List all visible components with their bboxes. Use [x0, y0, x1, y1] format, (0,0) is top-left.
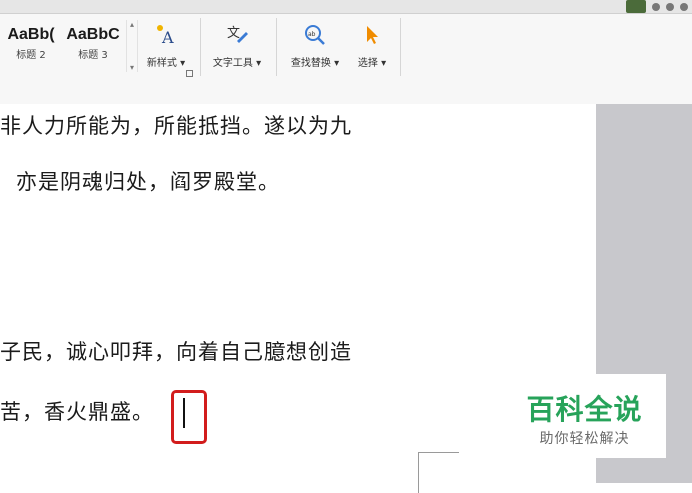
text-cursor	[183, 398, 185, 428]
avatar[interactable]	[626, 0, 646, 13]
find-replace-label: 查找替换	[290, 58, 331, 69]
help-icon[interactable]	[652, 2, 660, 11]
find-replace-icon: ab	[284, 22, 346, 48]
style-gallery-scroll[interactable]: ▴ ▾	[126, 20, 138, 72]
document-text-line[interactable]: 亦是阴魂归处，阎罗殿堂。	[16, 166, 280, 196]
dialog-launcher-icon[interactable]	[186, 70, 193, 77]
watermark-title: 百科全说	[526, 393, 643, 426]
user-area[interactable]	[626, 0, 692, 13]
cursor-arrow-icon	[350, 22, 394, 48]
new-style-label: 新样式	[146, 58, 177, 69]
ribbon-toolbar: AaBb( 标题 2 AaBbC 标题 3 ▴ ▾ A 新样式 ▾ 文 文字工具…	[0, 14, 692, 104]
settings-icon[interactable]	[666, 2, 674, 11]
minimize-icon[interactable]	[680, 2, 688, 11]
select-label: 选择	[357, 58, 378, 69]
new-style-icon: A	[144, 22, 188, 48]
find-replace-button[interactable]: ab 查找替换 ▾	[284, 18, 346, 76]
scroll-down-icon[interactable]: ▾	[130, 63, 134, 72]
svg-text:A: A	[161, 28, 174, 47]
style-heading-3[interactable]: AaBbC 标题 3	[62, 18, 124, 78]
watermark-subtitle: 助你轻松解决	[539, 431, 630, 447]
cursor-highlight-box	[171, 390, 207, 444]
document-text-line[interactable]: 子民，诚心叩拜，向着自己臆想创造	[0, 336, 352, 366]
ribbon-divider	[200, 18, 201, 76]
style-label: 标题 2	[16, 50, 46, 61]
ribbon-divider	[276, 18, 277, 76]
text-tools-button[interactable]: 文 文字工具 ▾	[206, 18, 268, 76]
scroll-up-icon[interactable]: ▴	[130, 20, 134, 29]
select-button[interactable]: 选择 ▾	[350, 18, 394, 76]
document-text-line[interactable]: 非人力所能为，所能抵挡。遂以为九	[0, 110, 352, 140]
page-corner-mark	[418, 452, 459, 493]
svg-text:文: 文	[227, 26, 240, 41]
text-tools-icon: 文	[206, 22, 268, 48]
style-sample-text: AaBbC	[66, 26, 120, 43]
svg-text:ab: ab	[308, 31, 316, 38]
style-sample-text: AaBb(	[7, 26, 55, 43]
style-label: 标题 3	[78, 50, 108, 61]
watermark-logo: 百科全说 助你轻松解决	[503, 374, 666, 458]
document-text-line[interactable]: 苦，香火鼎盛。	[0, 396, 154, 426]
ribbon-divider	[400, 18, 401, 76]
style-heading-2[interactable]: AaBb( 标题 2	[0, 18, 62, 78]
title-bar	[0, 0, 692, 14]
new-style-button[interactable]: A 新样式 ▾	[144, 18, 188, 76]
text-tools-label: 文字工具	[212, 58, 253, 69]
